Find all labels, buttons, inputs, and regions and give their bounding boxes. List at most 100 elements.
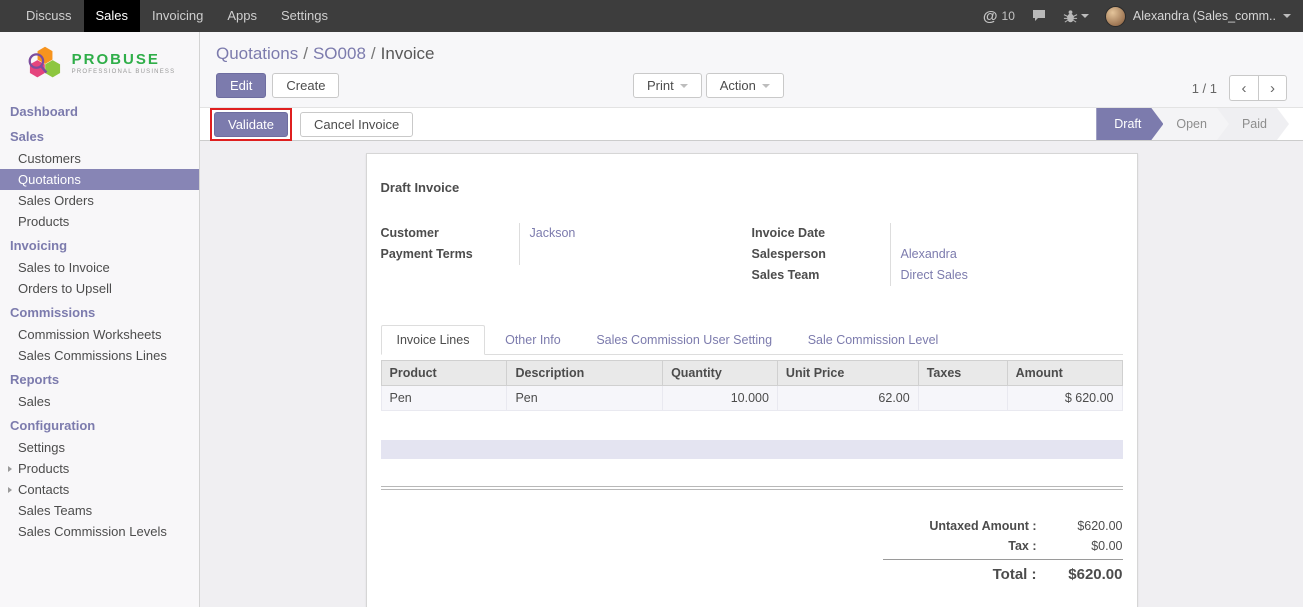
page-body: PROBUSE PROFESSIONAL BUSINESS Dashboard …: [0, 32, 1303, 607]
invoice-form-sheet: Draft Invoice Customer Jackson Payment T…: [366, 153, 1138, 607]
status-pills: Draft Open Paid: [1096, 108, 1303, 140]
sidebar-section-sales[interactable]: Sales: [0, 123, 199, 148]
breadcrumb-separator: /: [298, 44, 313, 63]
sidebar-item-sales-to-invoice[interactable]: Sales to Invoice: [0, 257, 199, 278]
column-header-product[interactable]: Product: [381, 361, 507, 386]
payment-terms-value: [519, 244, 752, 265]
sales-team-value[interactable]: Direct Sales: [890, 265, 1123, 286]
empty-line-band: [381, 440, 1123, 459]
sidebar-item-label: Sales Teams: [18, 503, 92, 518]
sidebar-item-label: Quotations: [18, 172, 81, 187]
debug-menu[interactable]: [1063, 9, 1089, 24]
user-name: Alexandra (Sales_comm..: [1133, 9, 1276, 23]
probuse-logo[interactable]: PROBUSE PROFESSIONAL BUSINESS: [0, 32, 199, 98]
untaxed-amount-value: $620.00: [1051, 519, 1123, 533]
tab-sales-commission-user-setting[interactable]: Sales Commission User Setting: [580, 325, 788, 355]
breadcrumb-quotations[interactable]: Quotations: [216, 44, 298, 63]
sidebar-item-orders-to-upsell[interactable]: Orders to Upsell: [0, 278, 199, 299]
sidebar-item-products[interactable]: Products: [0, 211, 199, 232]
sidebar-item-config-contacts[interactable]: Contacts: [0, 479, 199, 500]
salesperson-value[interactable]: Alexandra: [890, 244, 1123, 265]
invoice-date-label: Invoice Date: [752, 223, 890, 244]
sidebar-item-customers[interactable]: Customers: [0, 148, 199, 169]
mentions-counter[interactable]: @ 10: [983, 8, 1015, 25]
sidebar-item-label: Customers: [18, 151, 81, 166]
menu-sales[interactable]: Sales: [84, 0, 141, 32]
sidebar-section-dashboard[interactable]: Dashboard: [0, 98, 199, 123]
sidebar-item-label: Sales Commission Levels: [18, 524, 167, 539]
breadcrumb-current: Invoice: [381, 44, 435, 63]
bug-icon: [1063, 9, 1078, 24]
pager-next-button[interactable]: ›: [1258, 75, 1287, 101]
tab-sale-commission-level[interactable]: Sale Commission Level: [792, 325, 955, 355]
print-dropdown[interactable]: Print: [633, 73, 702, 98]
sidebar-section-configuration[interactable]: Configuration: [0, 412, 199, 437]
column-header-amount[interactable]: Amount: [1007, 361, 1122, 386]
breadcrumb-separator: /: [366, 44, 381, 63]
action-label: Action: [720, 78, 756, 93]
field-group: Customer Jackson Payment Terms Invoice D…: [381, 223, 1123, 286]
validate-button[interactable]: Validate: [214, 112, 288, 137]
invoice-date-value: [890, 223, 1123, 244]
at-icon: @: [983, 8, 998, 25]
pager-value: 1 / 1: [1192, 81, 1217, 96]
sidebar-nav: Dashboard Sales Customers Quotations Sal…: [0, 98, 199, 542]
user-menu[interactable]: Alexandra (Sales_comm..: [1105, 6, 1291, 27]
tab-invoice-lines[interactable]: Invoice Lines: [381, 325, 486, 355]
print-label: Print: [647, 78, 674, 93]
sidebar-item-label: Sales Commissions Lines: [18, 348, 167, 363]
sidebar-item-sales-orders[interactable]: Sales Orders: [0, 190, 199, 211]
sidebar-item-settings[interactable]: Settings: [0, 437, 199, 458]
sidebar-item-commission-worksheets[interactable]: Commission Worksheets: [0, 324, 199, 345]
tab-bar: Invoice Lines Other Info Sales Commissio…: [381, 324, 1123, 355]
sidebar-item-quotations[interactable]: Quotations: [0, 169, 199, 190]
menu-settings[interactable]: Settings: [269, 0, 340, 32]
sidebar-item-sales-teams[interactable]: Sales Teams: [0, 500, 199, 521]
invoice-state-title: Draft Invoice: [381, 180, 1123, 195]
cell-amount: $ 620.00: [1007, 386, 1122, 411]
sidebar-item-label: Orders to Upsell: [18, 281, 112, 296]
tax-label: Tax :: [1008, 539, 1036, 553]
customer-value[interactable]: Jackson: [519, 223, 752, 244]
tab-other-info[interactable]: Other Info: [489, 325, 577, 355]
sidebar-item-sales-report[interactable]: Sales: [0, 391, 199, 412]
status-pill-draft[interactable]: Draft: [1096, 108, 1163, 140]
tax-value: $0.00: [1051, 539, 1123, 553]
menu-invoicing[interactable]: Invoicing: [140, 0, 215, 32]
payment-terms-label: Payment Terms: [381, 244, 519, 265]
sidebar-item-label: Contacts: [18, 482, 69, 497]
cell-product: Pen: [381, 386, 507, 411]
action-dropdown[interactable]: Action: [706, 73, 784, 98]
sidebar-item-sales-commissions-lines[interactable]: Sales Commissions Lines: [0, 345, 199, 366]
sidebar-item-config-products[interactable]: Products: [0, 458, 199, 479]
top-menu: Discuss Sales Invoicing Apps Settings: [14, 0, 340, 32]
cancel-invoice-button[interactable]: Cancel Invoice: [300, 112, 413, 137]
caret-down-icon: [1081, 14, 1089, 18]
sidebar-section-reports[interactable]: Reports: [0, 366, 199, 391]
breadcrumb-so008[interactable]: SO008: [313, 44, 366, 63]
main-area: Quotations/SO008/Invoice Edit Create Pri…: [200, 32, 1303, 607]
column-header-taxes[interactable]: Taxes: [918, 361, 1007, 386]
top-navbar: Discuss Sales Invoicing Apps Settings @ …: [0, 0, 1303, 32]
cell-description: Pen: [507, 386, 663, 411]
messages-icon[interactable]: [1031, 8, 1047, 24]
create-button[interactable]: Create: [272, 73, 339, 98]
column-header-description[interactable]: Description: [507, 361, 663, 386]
sidebar-section-invoicing[interactable]: Invoicing: [0, 232, 199, 257]
cell-unit-price: 62.00: [777, 386, 918, 411]
menu-apps[interactable]: Apps: [215, 0, 269, 32]
invoice-line-row[interactable]: Pen Pen 10.000 62.00 $ 620.00: [381, 386, 1122, 411]
menu-discuss[interactable]: Discuss: [14, 0, 84, 32]
column-header-unit-price[interactable]: Unit Price: [777, 361, 918, 386]
breadcrumb: Quotations/SO008/Invoice: [200, 32, 1303, 66]
sidebar-item-label: Products: [18, 214, 69, 229]
sidebar-item-sales-commission-levels[interactable]: Sales Commission Levels: [0, 521, 199, 542]
column-header-quantity[interactable]: Quantity: [663, 361, 778, 386]
sidebar-item-label: Settings: [18, 440, 65, 455]
invoice-lines-table: Product Description Quantity Unit Price …: [381, 360, 1123, 411]
sidebar-item-label: Products: [18, 461, 69, 476]
statusbar: Validate Cancel Invoice Draft Open Paid: [200, 107, 1303, 141]
edit-button[interactable]: Edit: [216, 73, 266, 98]
pager-previous-button[interactable]: ‹: [1229, 75, 1258, 101]
sidebar-section-commissions[interactable]: Commissions: [0, 299, 199, 324]
